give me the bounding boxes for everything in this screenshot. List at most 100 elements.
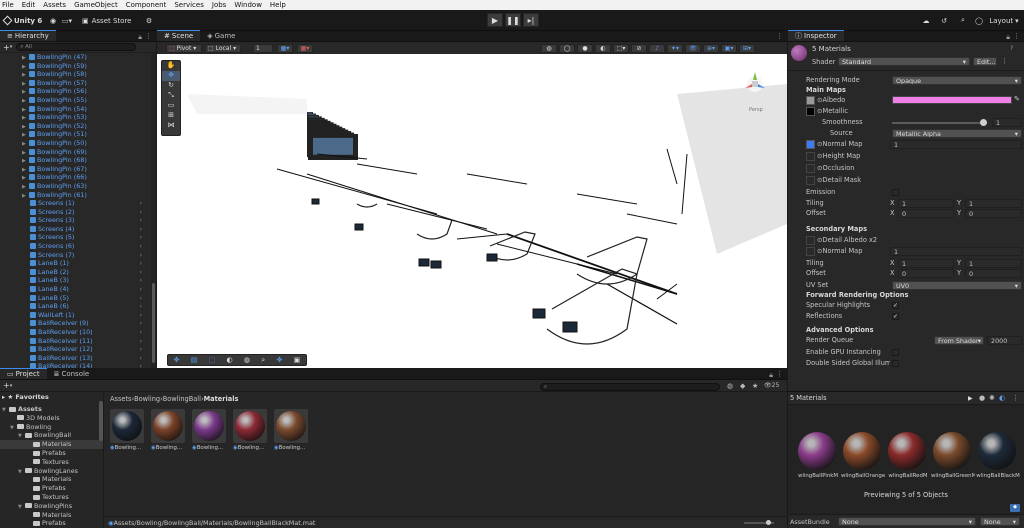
detail-albedo-texture-slot[interactable] [806,236,815,245]
hierarchy-item[interactable]: ▶ BowlingPin (68) [0,156,150,165]
camera-view-icon[interactable]: ◍ [541,44,557,53]
render-queue-value-field[interactable]: 2000 [987,336,1022,345]
pivot-mode-icon[interactable]: ✥ [276,356,282,364]
search-icon[interactable]: ⌕ [957,14,969,27]
play-button[interactable]: ▶ [487,13,503,27]
secondary-tiling-x-field[interactable]: 1 [898,259,954,268]
secondary-tiling-y-field[interactable]: 1 [965,259,1022,268]
hierarchy-item[interactable]: Screens (6) › [0,242,150,251]
tab-scene[interactable]: # Scene [157,30,201,41]
menu-assets[interactable]: Assets [43,1,66,9]
material-preview-sphere[interactable] [888,432,926,470]
specular-highlights-checkbox[interactable]: ✓ [892,302,899,309]
asset-label-tag-icon[interactable]: ◆ [1010,504,1020,512]
add-icon[interactable]: + [3,381,10,390]
tab-game[interactable]: ◈ Game [200,30,242,41]
hierarchy-item[interactable]: LaneB (1) › [0,259,150,268]
folder-tree-item[interactable]: Materials [0,440,103,449]
chevron-right-icon[interactable]: › [139,216,142,225]
hierarchy-item[interactable]: ▶ BowlingPin (54) [0,105,150,114]
hierarchy-item[interactable]: BallReceiver (11) › [0,337,150,346]
folder-tree-item[interactable]: 3D Models [0,414,103,423]
chevron-right-icon[interactable]: › [139,354,142,363]
tab-project[interactable]: ▭ Project [0,368,47,379]
menu-window[interactable]: Window [234,1,262,9]
secondary-offset-x-field[interactable]: 0 [898,269,954,278]
kebab-menu-icon[interactable]: ⋮ [776,370,783,378]
pivot-dropdown[interactable]: ⬚ Pivot ▾ [166,44,202,53]
camera-icon[interactable]: ▣ [294,356,301,364]
gpu-instancing-checkbox[interactable] [892,349,899,356]
favorite-star-icon[interactable]: ★ [752,382,758,390]
shading-shaded-icon[interactable]: ● [577,44,593,53]
hierarchy-search-input[interactable]: ⌕ All [16,43,137,51]
step-button[interactable]: ▸| [523,13,539,27]
shading-lit-icon[interactable]: ◐ [595,44,611,53]
gizmos-toggle-icon[interactable]: ⊞▾ [739,44,755,53]
hierarchy-item[interactable]: ▶ BowlingPin (47) [0,53,150,62]
eyedropper-icon[interactable]: ✎ [1014,95,1020,103]
hierarchy-item[interactable]: ▶ BowlingPin (58) [0,70,150,79]
hierarchy-item[interactable]: ▶ BowlingPin (55) [0,96,150,105]
account-user-icon[interactable]: ◯ [973,14,985,27]
hierarchy-item[interactable]: WallLeft (1) › [0,311,150,320]
preview-play-icon[interactable]: ▶ [968,395,973,402]
chevron-right-icon[interactable]: › [139,319,142,328]
hierarchy-item[interactable]: Screens (3) › [0,216,150,225]
hierarchy-item[interactable]: Screens (7) › [0,251,150,260]
hierarchy-item[interactable]: ▶ BowlingPin (50) [0,139,150,148]
local-dropdown[interactable]: ⬚ Local ▾ [205,44,241,53]
menu-services[interactable]: Services [174,1,204,9]
asset-tile[interactable] [151,409,185,443]
chevron-right-icon[interactable]: › [139,276,142,285]
help-icon[interactable]: ? [1010,45,1013,52]
material-preview-sphere[interactable] [843,432,881,470]
effects-icon[interactable]: ✦▾ [667,44,683,53]
kebab-menu-icon[interactable]: ⋮ [1012,394,1019,402]
menu-gameobject[interactable]: GameObject [74,1,118,9]
move-tool-icon[interactable]: ✥ [162,71,180,81]
asset-tile[interactable] [233,409,267,443]
asset-store-button[interactable]: ▣ Asset Store [82,14,134,27]
hierarchy-item[interactable]: ▶ BowlingPin (53) [0,113,150,122]
offset-y-field[interactable]: 0 [965,209,1022,218]
folder-tree-item[interactable]: ▼ Assets [0,405,103,414]
tree-scrollbar-thumb[interactable] [99,401,103,441]
add-icon[interactable]: + [3,43,10,52]
kebab-menu-icon[interactable]: ⋮ [776,32,783,40]
reflections-checkbox[interactable]: ✓ [892,313,899,320]
uv-set-dropdown[interactable]: UV0 ▾ [892,281,1022,290]
shading-wire-icon[interactable]: ◯ [559,44,575,53]
preview-sphere-icon[interactable]: ● [979,394,985,402]
preview-env-icon[interactable]: ◐ [999,394,1005,402]
asset-tile[interactable] [110,409,144,443]
grid-size-input[interactable]: 1 [253,44,273,53]
lock-icon[interactable]: 🔒︎ [138,33,142,42]
hierarchy-item[interactable]: BallReceiver (13) › [0,354,150,363]
pause-button[interactable]: ❚❚ [505,13,521,27]
breadcrumb-item[interactable]: Assets [110,395,131,403]
chevron-right-icon[interactable]: › [139,251,142,260]
hierarchy-item[interactable]: Screens (4) › [0,225,150,234]
search-by-label-icon[interactable]: ◆ [740,382,745,390]
hierarchy-item[interactable]: LaneB (6) › [0,302,150,311]
account-button[interactable]: Unity 6 [2,14,44,27]
albedo-color-field[interactable] [892,96,1012,104]
rendering-mode-dropdown[interactable]: Opaque ▾ [892,76,1022,85]
scale-tool-icon[interactable]: ⤡ [162,91,180,101]
hierarchy-item[interactable]: Screens (5) › [0,233,150,242]
breadcrumb-item[interactable]: BowlingBall [163,395,201,403]
folder-tree-item[interactable]: Materials [0,475,103,484]
favorites-header[interactable]: ▸ ★ Favorites [2,393,49,402]
folder-tree-item[interactable]: Prefabs [0,519,103,528]
emission-checkbox[interactable] [892,189,899,196]
icon-size-slider[interactable] [744,520,774,525]
asset-tile[interactable] [274,409,308,443]
hierarchy-item[interactable]: ▶ BowlingPin (67) [0,165,150,174]
hierarchy-item[interactable]: ▶ BowlingPin (59) [0,62,150,71]
material-preview-sphere[interactable] [798,432,836,470]
hierarchy-item[interactable]: LaneB (4) › [0,285,150,294]
smoothness-slider-track[interactable] [892,119,987,126]
breadcrumb-item[interactable]: Materials [204,395,239,403]
menu-jobs[interactable]: Jobs [212,1,226,9]
